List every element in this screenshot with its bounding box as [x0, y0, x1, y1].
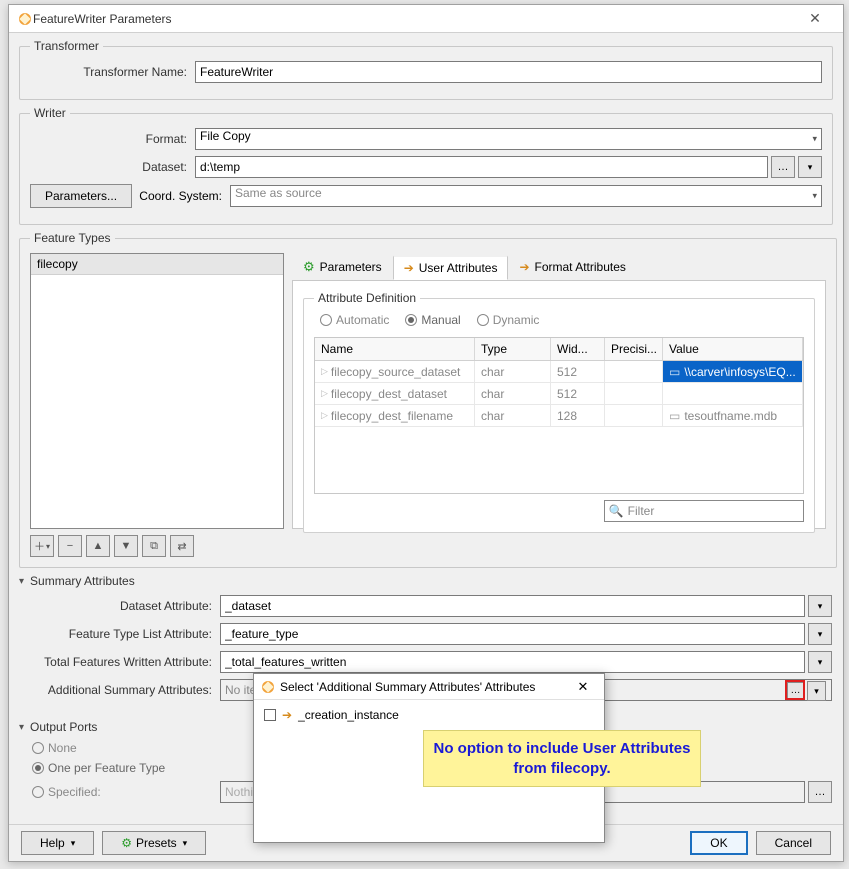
tab-user-attributes[interactable]: ➔User Attributes [393, 255, 509, 280]
col-precision-header[interactable]: Precisi... [605, 338, 663, 360]
close-icon[interactable]: ✕ [795, 10, 835, 27]
tab-parameters[interactable]: ⚙Parameters [292, 254, 393, 280]
duplicate-button[interactable]: ⧉ [142, 535, 166, 557]
arrow-icon: ➔ [519, 260, 529, 274]
writer-legend: Writer [30, 106, 70, 120]
summary-attributes-head[interactable]: ▾Summary Attributes [19, 574, 833, 588]
parameters-button[interactable]: Parameters... [30, 184, 132, 208]
transformer-name-input[interactable] [195, 61, 822, 83]
transformer-legend: Transformer [30, 39, 103, 53]
format-label: Format: [30, 132, 195, 146]
radio-dynamic[interactable]: Dynamic [477, 313, 540, 327]
chevron-down-icon: ▾ [71, 838, 76, 849]
menu-button[interactable]: ▾ [808, 623, 832, 645]
chevron-down-icon: ▾ [183, 838, 188, 849]
search-icon: 🔍 [609, 504, 624, 518]
col-type-header[interactable]: Type [475, 338, 551, 360]
add-button[interactable]: ＋▾ [30, 535, 54, 557]
specified-browse-button[interactable]: … [808, 781, 832, 803]
menu-button[interactable]: ▾ [808, 595, 832, 617]
gear-icon: ⚙ [121, 836, 132, 850]
attr-def-legend: Attribute Definition [314, 291, 420, 305]
coord-select[interactable]: Same as source ▾ [230, 185, 822, 207]
chevron-down-icon: ▾ [812, 134, 817, 145]
ft-list-attr-input[interactable] [220, 623, 805, 645]
annotation-callout: No option to include User Attributes fro… [423, 730, 701, 787]
checkbox[interactable] [264, 709, 276, 721]
writer-group: Writer Format: File Copy ▾ Dataset: … ▾ … [19, 106, 833, 225]
highlight-annotation [785, 680, 805, 700]
app-icon [17, 11, 33, 27]
popup-list-item[interactable]: ➔ _creation_instance [260, 706, 598, 724]
window-title: FeatureWriter Parameters [33, 12, 795, 26]
titlebar: FeatureWriter Parameters ✕ [9, 5, 843, 33]
radio-one-per-ft[interactable]: One per Feature Type [32, 761, 165, 775]
dataset-attr-input[interactable] [220, 595, 805, 617]
cancel-button[interactable]: Cancel [756, 831, 831, 855]
move-up-button[interactable]: ▲ [86, 535, 110, 557]
format-value: File Copy [200, 129, 251, 143]
feature-types-group: Feature Types filecopy ＋▾ − ▲ ▼ ⧉ ⇄ [19, 231, 837, 568]
dataset-menu-button[interactable]: ▾ [798, 156, 822, 178]
move-down-button[interactable]: ▼ [114, 535, 138, 557]
feature-type-list[interactable]: filecopy [30, 253, 284, 529]
addl-summary-menu-button[interactable]: ▾ [807, 681, 826, 701]
table-row[interactable]: ▷filecopy_source_datasetchar512▭\\carver… [315, 361, 803, 383]
tabs: ⚙Parameters ➔User Attributes ➔Format Att… [292, 253, 826, 281]
col-width-header[interactable]: Wid... [551, 338, 605, 360]
attribute-table: Name Type Wid... Precisi... Value ▷filec… [314, 337, 804, 494]
import-button[interactable]: ⇄ [170, 535, 194, 557]
arrow-icon: ➔ [404, 261, 414, 275]
col-value-header[interactable]: Value [663, 338, 803, 360]
coord-label: Coord. System: [130, 189, 230, 203]
arrow-icon: ➔ [282, 708, 292, 722]
transformer-name-label: Transformer Name: [30, 65, 195, 79]
chevron-down-icon: ▾ [812, 191, 817, 202]
remove-button[interactable]: − [58, 535, 82, 557]
radio-manual[interactable]: Manual [405, 313, 460, 327]
table-row[interactable]: ▷filecopy_dest_filenamechar128▭tesoutfna… [315, 405, 803, 427]
popup-title: Select 'Additional Summary Attributes' A… [276, 680, 568, 694]
transformer-group: Transformer Transformer Name: [19, 39, 833, 100]
dataset-attr-label: Dataset Attribute: [20, 599, 220, 613]
radio-automatic[interactable]: Automatic [320, 313, 389, 327]
format-select[interactable]: File Copy ▾ [195, 128, 822, 150]
dataset-label: Dataset: [30, 160, 195, 174]
feature-types-legend: Feature Types [30, 231, 115, 245]
dataset-browse-button[interactable]: … [771, 156, 795, 178]
total-features-label: Total Features Written Attribute: [20, 655, 220, 669]
tab-format-attributes[interactable]: ➔Format Attributes [508, 255, 636, 279]
table-row[interactable]: ▷filecopy_dest_datasetchar512 [315, 383, 803, 405]
presets-button[interactable]: ⚙Presets▾ [102, 831, 206, 855]
coord-value: Same as source [235, 186, 322, 200]
menu-button[interactable]: ▾ [808, 651, 832, 673]
total-features-input[interactable] [220, 651, 805, 673]
list-item[interactable]: filecopy [31, 254, 283, 275]
addl-summary-label: Additional Summary Attributes: [20, 683, 220, 697]
chevron-down-icon: ▾ [19, 722, 24, 733]
dataset-input[interactable] [195, 156, 768, 178]
radio-specified[interactable]: Specified: [32, 785, 220, 799]
app-icon [260, 679, 276, 695]
close-icon[interactable]: ✕ [568, 679, 598, 695]
chevron-down-icon: ▾ [19, 576, 24, 587]
ft-list-attr-label: Feature Type List Attribute: [20, 627, 220, 641]
filter-input[interactable]: 🔍 Filter [604, 500, 804, 522]
col-name-header[interactable]: Name [315, 338, 475, 360]
ok-button[interactable]: OK [690, 831, 747, 855]
help-button[interactable]: Help▾ [21, 831, 94, 855]
radio-none[interactable]: None [32, 741, 77, 755]
gear-icon: ⚙ [303, 259, 315, 275]
